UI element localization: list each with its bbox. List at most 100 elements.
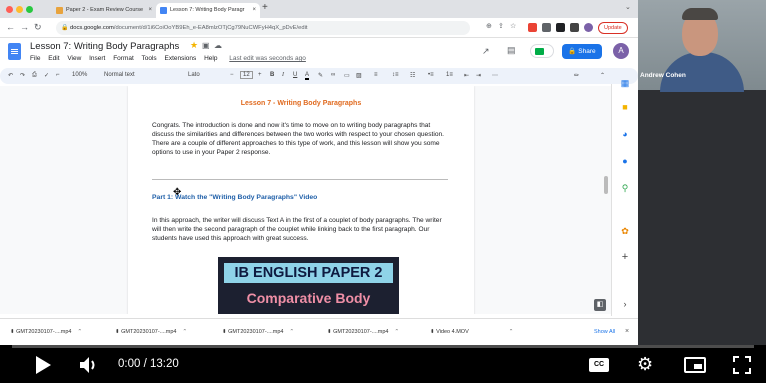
menu-tools[interactable]: Tools — [141, 55, 156, 62]
url-field[interactable]: 🔒 docs.google.com/document/d/1i6CoiOoYB9… — [56, 21, 470, 35]
download-item[interactable]: ⬍ Video 4.MOV ⌃ — [430, 329, 513, 335]
settings-gear-icon[interactable]: ⚙ — [637, 355, 653, 373]
download-item[interactable]: ⬍ GMT20230107-....mp4 ⌃ — [222, 329, 294, 335]
undo-icon[interactable]: ↶ — [8, 72, 13, 79]
style-select[interactable]: Normal text — [104, 72, 135, 78]
menu-insert[interactable]: Insert — [89, 55, 105, 62]
tab-exam-review[interactable]: Paper 2 - Exam Review Course × — [52, 3, 156, 18]
close-downloads-icon[interactable]: × — [625, 328, 629, 335]
captions-button[interactable]: CC — [589, 358, 609, 372]
new-tab-button[interactable]: + — [262, 2, 268, 13]
collapse-toolbar-icon[interactable]: ⌃ — [600, 72, 605, 79]
embedded-cover-image[interactable]: IB ENGLISH PAPER 2 Comparative Body — [218, 257, 399, 314]
tasks-icon[interactable]: ◕ — [620, 129, 630, 139]
keep-icon[interactable]: ■ — [620, 102, 630, 112]
tab-lesson-7[interactable]: Lesson 7: Writing Body Paragr × — [156, 3, 260, 18]
share-page-icon[interactable]: ⇪ — [498, 22, 504, 30]
download-item[interactable]: ⬍ GMT20230107-....mp4 ⌃ — [115, 329, 187, 335]
text-color-button[interactable]: A — [305, 72, 310, 80]
increase-size-icon[interactable]: + — [258, 72, 262, 78]
highlight-icon[interactable]: ✎ — [318, 72, 323, 79]
tab-search-icon[interactable]: ⌄ — [625, 3, 631, 11]
profile-icon[interactable] — [584, 23, 593, 32]
bookmark-star-icon[interactable]: ☆ — [510, 22, 516, 30]
checklist-icon[interactable]: ☷ — [410, 72, 415, 79]
align-icon[interactable]: ≡ — [374, 72, 378, 78]
get-addons-icon[interactable]: + — [620, 252, 630, 263]
image-icon[interactable]: ▨ — [356, 72, 362, 79]
star-icon[interactable]: ★ — [190, 40, 198, 51]
maps-icon[interactable]: ⚲ — [620, 183, 630, 193]
docs-logo-icon[interactable] — [8, 43, 21, 60]
numbered-list-icon[interactable]: 1≡ — [446, 72, 453, 78]
meet-button[interactable] — [530, 44, 554, 58]
sidebar-icon[interactable] — [570, 23, 579, 32]
bullet-list-icon[interactable]: •≡ — [428, 72, 434, 78]
window-zoom-dot[interactable] — [26, 6, 33, 13]
menu-extensions[interactable]: Extensions — [164, 55, 196, 62]
document-title[interactable]: Lesson 7: Writing Body Paragraphs — [30, 41, 179, 52]
share-button[interactable]: 🔒 Share — [562, 44, 602, 59]
account-avatar[interactable]: A — [613, 43, 629, 59]
miniplayer-button[interactable] — [684, 357, 706, 373]
reload-icon[interactable]: ↻ — [34, 22, 42, 33]
scrollbar-thumb[interactable] — [604, 176, 608, 194]
calendar-icon[interactable]: ▦ — [620, 78, 630, 88]
line-spacing-icon[interactable]: ↕≡ — [392, 72, 399, 78]
tab-close-icon[interactable]: × — [148, 3, 152, 18]
font-size-field[interactable]: 12 — [240, 71, 253, 79]
lock-icon: 🔒 — [61, 25, 69, 31]
play-button[interactable] — [36, 356, 51, 374]
redo-icon[interactable]: ↷ — [20, 72, 25, 79]
window-minimize-dot[interactable] — [16, 6, 23, 13]
activity-icon[interactable]: ↗ — [482, 46, 490, 57]
puzzle-icon[interactable] — [556, 23, 565, 32]
menu-help[interactable]: Help — [204, 55, 217, 62]
tab-close-icon[interactable]: × — [252, 3, 256, 18]
italic-button[interactable]: I — [282, 72, 284, 78]
window-close-dot[interactable] — [6, 6, 13, 13]
docs-header: Lesson 7: Writing Body Paragraphs ★ ▣ ☁ … — [0, 38, 638, 68]
print-icon[interactable]: ⎙ — [32, 72, 37, 79]
comments-icon[interactable]: ▤ — [507, 45, 516, 56]
zoom-select[interactable]: 100% — [72, 72, 87, 78]
video-player[interactable]: Paper 2 - Exam Review Course × Lesson 7:… — [0, 0, 766, 383]
contacts-icon[interactable]: ● — [620, 156, 630, 166]
tab-bar: Paper 2 - Exam Review Course × Lesson 7:… — [0, 0, 638, 18]
font-select[interactable]: Lato — [188, 72, 200, 78]
decrease-size-icon[interactable]: − — [230, 72, 234, 78]
link-icon[interactable]: ∞ — [331, 72, 335, 78]
menu-view[interactable]: View — [67, 55, 81, 62]
more-options-icon[interactable]: ⋯ — [492, 72, 498, 79]
decrease-indent-icon[interactable]: ⇤ — [464, 72, 469, 79]
share-label: Share — [578, 48, 596, 55]
volume-icon[interactable] — [79, 356, 99, 374]
side-panel: ▦ ■ ◕ ● ⚲ ✿ + ◧ › — [594, 78, 638, 316]
underline-button[interactable]: U — [293, 72, 297, 78]
explore-icon[interactable]: ◧ — [594, 299, 606, 311]
menu-edit[interactable]: Edit — [48, 55, 59, 62]
forward-icon[interactable]: → — [20, 22, 29, 32]
folder-move-icon[interactable]: ▣ — [202, 41, 210, 50]
progress-bar[interactable] — [12, 345, 754, 348]
bold-button[interactable]: B — [270, 72, 274, 78]
download-item[interactable]: ⬍ GMT20230107-....mp4 ⌃ — [327, 329, 399, 335]
comment-add-icon[interactable]: ▭ — [344, 72, 350, 79]
extension-icon[interactable] — [528, 23, 537, 32]
paint-format-icon[interactable]: ⌐ — [56, 72, 60, 78]
spellcheck-icon[interactable]: ✓ — [44, 72, 49, 79]
hide-panel-icon[interactable]: › — [620, 299, 630, 309]
back-icon[interactable]: ← — [6, 22, 15, 32]
download-item[interactable]: ⬍ GMT20230107-....mp4 ⌃ — [10, 329, 82, 335]
zoom-icon[interactable]: ⊕ — [486, 22, 492, 30]
addon-icon[interactable]: ✿ — [620, 226, 630, 236]
menu-format[interactable]: Format — [113, 55, 134, 62]
update-button[interactable]: Update — [598, 22, 628, 34]
menu-file[interactable]: File — [30, 55, 40, 62]
increase-indent-icon[interactable]: ⇥ — [476, 72, 481, 79]
fullscreen-button[interactable] — [733, 356, 751, 374]
last-edit-link[interactable]: Last edit was seconds ago — [229, 55, 306, 62]
extension-icon[interactable] — [542, 23, 551, 32]
show-all-downloads-link[interactable]: Show All — [594, 329, 615, 335]
editing-mode-icon[interactable]: ✏ — [574, 72, 579, 79]
